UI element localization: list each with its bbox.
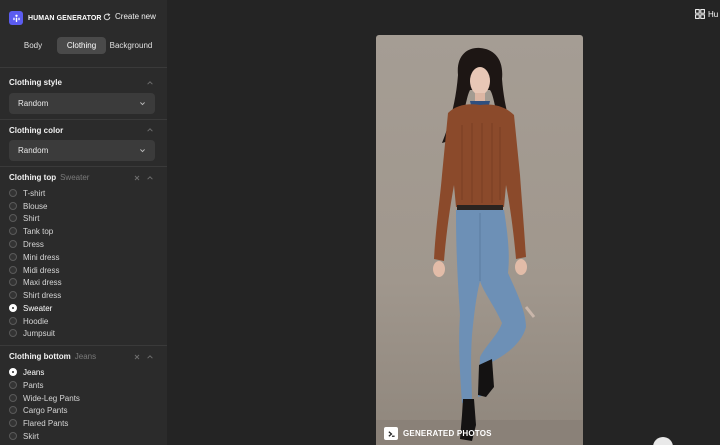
divider <box>0 166 167 167</box>
radio-option-tank-top[interactable]: Tank top <box>9 225 53 237</box>
option-label: Flared Pants <box>23 418 69 428</box>
radio-option-skirt[interactable]: Skirt <box>9 430 39 442</box>
radio-option-sweater[interactable]: Sweater <box>9 302 52 314</box>
clothing-color-value: Random <box>18 146 49 155</box>
radio-button[interactable] <box>9 214 17 222</box>
option-label: Shirt dress <box>23 290 62 300</box>
option-label: T-shirt <box>23 188 46 198</box>
chevron-up-icon[interactable] <box>146 174 154 182</box>
chevron-up-icon[interactable] <box>146 353 154 361</box>
radio-option-dress[interactable]: Dress <box>9 238 44 250</box>
chevron-down-icon <box>140 102 145 106</box>
option-label: Shirt <box>23 213 40 223</box>
option-label: Blouse <box>23 201 48 211</box>
radio-option-cargo-pants[interactable]: Cargo Pants <box>9 404 67 416</box>
tab-background[interactable]: Background <box>106 37 156 54</box>
clothing-style-title: Clothing style <box>9 78 62 87</box>
radio-button-selected[interactable] <box>9 368 17 376</box>
clothing-top-selected: Sweater <box>60 173 90 182</box>
terminal-icon <box>384 427 398 440</box>
chevron-up-icon[interactable] <box>146 79 154 87</box>
clothing-bottom-label: Clothing bottom <box>9 352 71 361</box>
divider <box>0 119 167 120</box>
radio-option-hoodie[interactable]: Hoodie <box>9 315 48 327</box>
option-label: Skirt <box>23 431 39 441</box>
radio-button-selected[interactable] <box>9 304 17 312</box>
radio-button[interactable] <box>9 432 17 440</box>
radio-button[interactable] <box>9 291 17 299</box>
option-label: Sweater <box>23 303 53 313</box>
radio-option-wide-leg-pants[interactable]: Wide-Leg Pants <box>9 392 80 404</box>
option-label: Midi dress <box>23 265 60 275</box>
radio-option-jumpsuit[interactable]: Jumpsuit <box>9 327 55 339</box>
clothing-style-value: Random <box>18 99 49 108</box>
app-header: HUMAN GENERATOR <box>9 10 102 26</box>
clothing-bottom-selected: Jeans <box>74 352 97 361</box>
close-icon[interactable] <box>133 174 141 182</box>
chevron-up-icon[interactable] <box>146 126 154 134</box>
radio-button[interactable] <box>9 189 17 197</box>
option-label: Wide-Leg Pants <box>23 393 80 403</box>
generated-photo <box>376 35 583 445</box>
gallery-button[interactable]: Hu <box>695 9 718 19</box>
radio-button[interactable] <box>9 227 17 235</box>
radio-button[interactable] <box>9 394 17 402</box>
radio-button[interactable] <box>9 329 17 337</box>
watermark: GENERATED PHOTOS <box>384 427 492 440</box>
radio-button[interactable] <box>9 406 17 414</box>
option-label: Tank top <box>23 226 54 236</box>
radio-button[interactable] <box>9 202 17 210</box>
create-new-label: Create new <box>115 12 156 21</box>
tab-body[interactable]: Body <box>9 37 57 54</box>
radio-button[interactable] <box>9 266 17 274</box>
clothing-top-label: Clothing top <box>9 173 57 182</box>
radio-option-mini-dress[interactable]: Mini dress <box>9 251 59 263</box>
option-label: Pants <box>23 380 44 390</box>
radio-option-blouse[interactable]: Blouse <box>9 200 47 212</box>
chat-icon[interactable] <box>653 437 673 445</box>
gallery-button-label: Hu <box>708 9 719 19</box>
refresh-icon <box>103 12 111 20</box>
clothing-top-title: Clothing top Sweater <box>9 173 89 182</box>
clothing-style-select[interactable]: Random <box>9 93 155 114</box>
watermark-text: GENERATED PHOTOS <box>403 429 492 438</box>
radio-button[interactable] <box>9 317 17 325</box>
option-label: Jumpsuit <box>23 328 56 338</box>
radio-option-midi-dress[interactable]: Midi dress <box>9 264 59 276</box>
radio-button[interactable] <box>9 419 17 427</box>
option-label: Maxi dress <box>23 277 62 287</box>
divider <box>0 67 167 68</box>
logo-icon[interactable] <box>9 11 23 25</box>
brand-name: HUMAN GENERATOR <box>28 14 102 22</box>
tab-clothing[interactable]: Clothing <box>57 37 106 54</box>
radio-option-shirt-dress[interactable]: Shirt dress <box>9 289 61 301</box>
radio-option-pants[interactable]: Pants <box>9 379 43 391</box>
clothing-color-select[interactable]: Random <box>9 140 155 161</box>
radio-option-tshirt[interactable]: T-shirt <box>9 187 45 199</box>
option-label: Jeans <box>23 367 45 377</box>
preview-area: Hu GENERATED PHOTOS <box>167 0 720 445</box>
tab-bar: Body Clothing Background <box>9 37 158 54</box>
radio-option-jeans[interactable]: Jeans <box>9 366 44 378</box>
option-label: Hoodie <box>23 316 49 326</box>
clothing-color-title: Clothing color <box>9 126 64 135</box>
radio-option-maxi-dress[interactable]: Maxi dress <box>9 276 62 288</box>
option-label: Mini dress <box>23 252 60 262</box>
option-label: Dress <box>23 239 44 249</box>
grid-icon <box>695 9 705 19</box>
create-new-button[interactable]: Create new <box>103 12 156 21</box>
divider <box>0 345 167 346</box>
radio-option-flared-pants[interactable]: Flared Pants <box>9 417 68 429</box>
person-illustration <box>376 47 583 445</box>
radio-button[interactable] <box>9 381 17 389</box>
chevron-down-icon <box>140 149 145 153</box>
radio-button[interactable] <box>9 253 17 261</box>
clothing-bottom-title: Clothing bottom Jeans <box>9 352 96 361</box>
radio-option-shirt[interactable]: Shirt <box>9 212 39 224</box>
radio-button[interactable] <box>9 278 17 286</box>
option-label: Cargo Pants <box>23 405 68 415</box>
sidebar: HUMAN GENERATOR Create new Body Clothing… <box>0 0 167 445</box>
radio-button[interactable] <box>9 240 17 248</box>
close-icon[interactable] <box>133 353 141 361</box>
